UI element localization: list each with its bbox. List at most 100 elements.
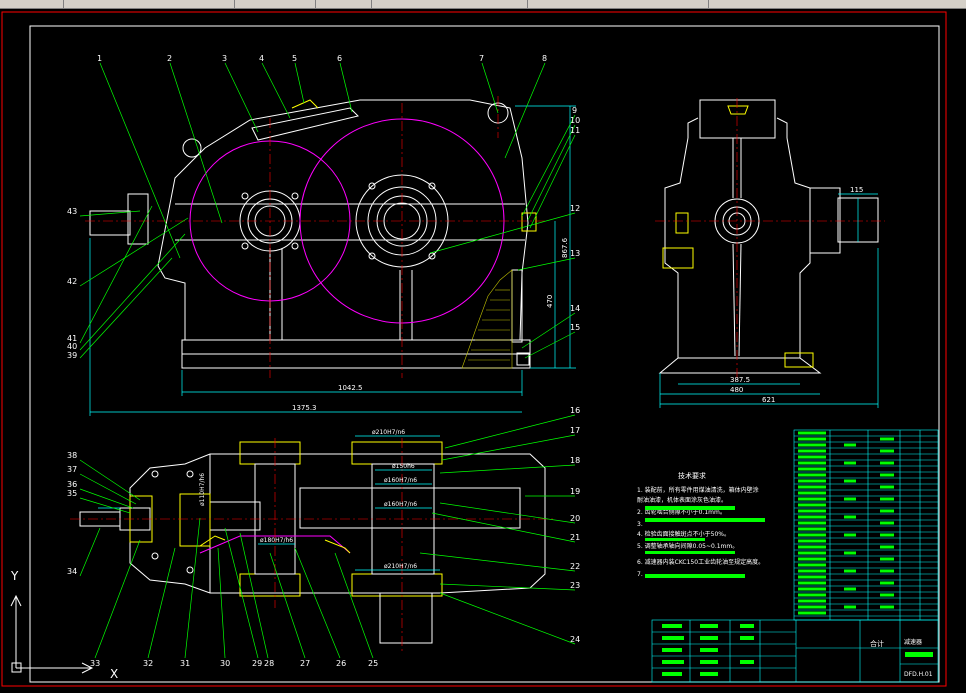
balloon-29: 29 (252, 659, 262, 668)
toolbar-cell[interactable] (525, 0, 709, 8)
dim-front-inner: 1042.5 (338, 384, 363, 392)
parts-cell-fill (880, 557, 894, 561)
balloon-5: 5 (292, 54, 297, 63)
parts-cell-fill (880, 461, 894, 465)
plan-fit-1: ø210H7/n6 (372, 429, 405, 436)
dim-side-3: 621 (762, 396, 775, 404)
balloon-34: 34 (67, 567, 77, 576)
side-view[interactable] (658, 99, 879, 374)
parts-cell-fill (798, 515, 826, 519)
title-label-b: 合计 (870, 639, 884, 648)
parts-list-fills (798, 431, 894, 615)
front-centerlines (85, 96, 545, 378)
plan-fit-5: ø210H7/n6 (384, 563, 417, 570)
parts-cell-fill (798, 449, 826, 453)
balloon-43: 43 (67, 207, 77, 216)
balloon-9: 9 (572, 106, 577, 115)
parts-cell-fill (880, 485, 894, 489)
parts-cell-fill (798, 545, 826, 549)
parts-cell-fill (798, 443, 826, 447)
parts-cell-fill (880, 473, 894, 477)
parts-cell-fill (798, 557, 826, 561)
toolbar-cell[interactable] (706, 0, 966, 8)
leader-lines (79, 62, 576, 659)
balloon-19: 19 (570, 487, 580, 496)
ucs-icon (10, 594, 94, 674)
parts-cell-fill (798, 599, 826, 603)
command-line[interactable] (0, 687, 966, 693)
parts-cell-fill (844, 569, 856, 573)
toolbar-cell[interactable] (61, 0, 235, 8)
ucs-x-label: X (110, 667, 118, 681)
parts-cell-fill (844, 515, 856, 519)
balloon-20: 20 (570, 514, 580, 523)
ucs-labels: Y X (10, 569, 118, 681)
parts-cell-fill (844, 605, 856, 609)
parts-cell-fill (798, 431, 826, 435)
balloon-11: 11 (570, 126, 580, 135)
plan-fit-2: ø150h6 (392, 463, 415, 470)
note-line: 6. 减速器内装CKC150工业齿轮油至规定高度。 (637, 558, 764, 566)
dim-side-2: 480 (730, 386, 743, 394)
parts-cell-fill (880, 581, 894, 585)
balloon-18: 18 (570, 456, 580, 465)
parts-cell-fill (798, 563, 826, 567)
balloon-27: 27 (300, 659, 310, 668)
note-line: 7. (637, 571, 643, 578)
parts-cell-fill (798, 539, 826, 543)
parts-cell-fill (798, 521, 826, 525)
plan-view[interactable] (79, 441, 546, 644)
front-dimension-text: 1042.5 1375.3 867.6 470 (292, 237, 569, 412)
parts-cell-fill (844, 479, 856, 483)
ucs-y-label: Y (10, 569, 19, 583)
balloon-3: 3 (222, 54, 227, 63)
notes-title: 技术要求 (678, 471, 706, 480)
front-dimensions (89, 105, 576, 416)
parts-cell-fill (844, 587, 856, 591)
cad-drawing-canvas[interactable]: 1042.5 1375.3 867.6 470 38 7. 5 480 621 11… (0, 8, 966, 687)
parts-cell-fill (798, 491, 826, 495)
parts-cell-fill (880, 533, 894, 537)
balloon-36: 36 (67, 480, 77, 489)
balloon-37: 37 (67, 465, 77, 474)
title-block[interactable] (651, 619, 939, 683)
parts-cell-fill (880, 545, 894, 549)
parts-cell-fill (880, 497, 894, 501)
balloon-4: 4 (259, 54, 264, 63)
oil-hatch (461, 269, 513, 369)
toolbar-cell[interactable] (369, 0, 528, 8)
technical-notes[interactable]: 技术要求 1. 装配前，所有零件用煤油清洗，箱体内壁涂 耐油油漆，机体表面涂灰色… (637, 471, 764, 578)
note-line: 耐油油漆，机体表面涂灰色油漆。 (637, 496, 727, 504)
parts-cell-fill (798, 569, 826, 573)
balloon-32: 32 (143, 659, 153, 668)
balloon-42: 42 (67, 277, 77, 286)
parts-cell-fill (844, 461, 856, 465)
toolbar-cell[interactable] (232, 0, 316, 8)
parts-cell-fill (798, 437, 826, 441)
title-label-a: 减速器 (904, 638, 922, 646)
balloon-28: 28 (264, 659, 274, 668)
front-view[interactable] (89, 99, 537, 369)
dim-front-height-1: 867.6 (561, 237, 569, 258)
balloon-31: 31 (180, 659, 190, 668)
plan-fit-3: ø160H7/n6 (384, 477, 417, 484)
plan-fit-4: ø160H7/n6 (384, 501, 417, 508)
parts-cell-fill (880, 605, 894, 609)
plan-fit-7: ø110H7/h6 (199, 473, 206, 506)
toolbar-cell[interactable] (0, 0, 64, 8)
balloon-7: 7 (479, 54, 484, 63)
dim-front-outer: 1375.3 (292, 404, 317, 412)
parts-cell-fill (844, 551, 856, 555)
balloon-38: 38 (67, 451, 77, 460)
parts-cell-fill (880, 569, 894, 573)
parts-cell-fill (798, 461, 826, 465)
toolbar-cell[interactable] (313, 0, 372, 8)
parts-cell-fill (880, 509, 894, 513)
balloon-22: 22 (570, 562, 580, 571)
sheet-border (1, 11, 947, 687)
parts-cell-fill (798, 503, 826, 507)
balloon-26: 26 (336, 659, 346, 668)
side-dimension-text: 387.5 480 621 115 (730, 186, 863, 404)
plan-fit-6: ø180H7/h6 (260, 537, 293, 544)
balloon-1: 1 (97, 54, 102, 63)
